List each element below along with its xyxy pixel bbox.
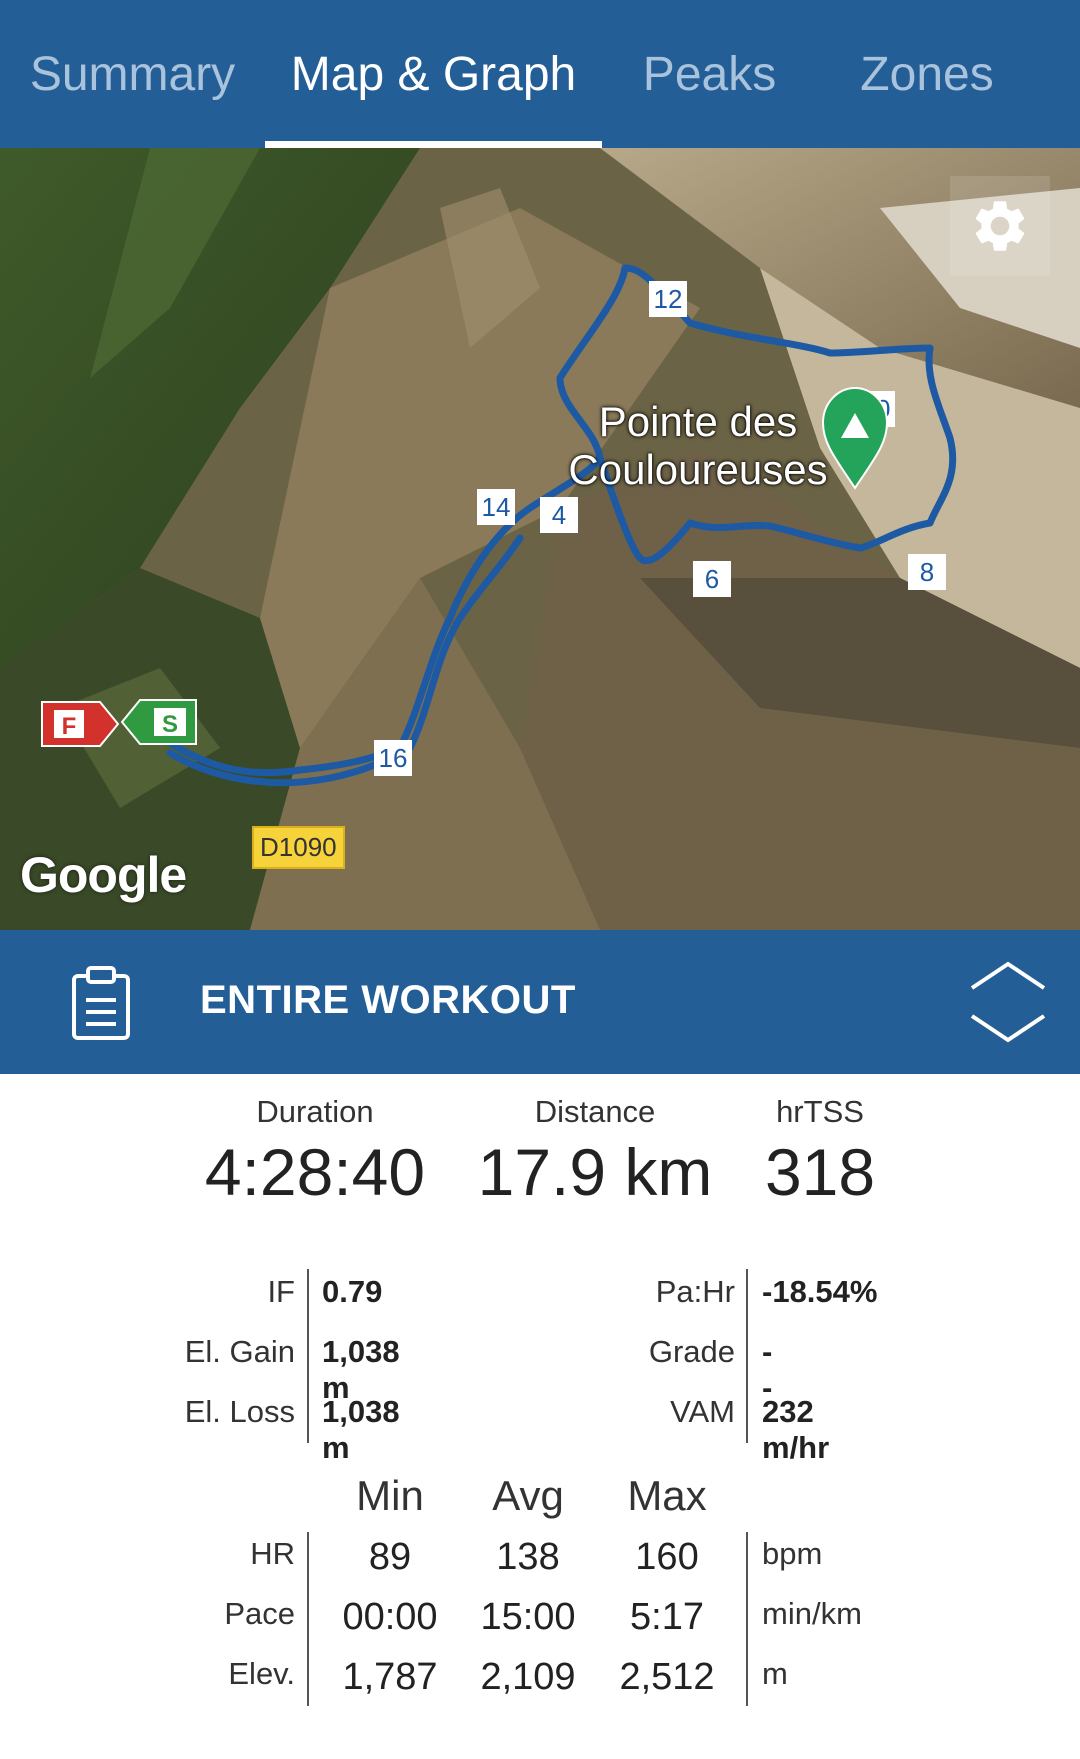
grid-left-divider: [307, 1532, 309, 1706]
route-map[interactable]: 12 10 14 4 6 8: [0, 148, 1080, 930]
grade-label: Grade: [648, 1334, 735, 1369]
tab-peaks[interactable]: Peaks: [602, 0, 817, 148]
pace-min: 00:00: [342, 1596, 438, 1638]
duration-stat: Duration 4:28:40: [190, 1094, 440, 1210]
satellite-terrain: 12 10 14 4 6 8: [0, 148, 1080, 930]
route-marker-4: 4: [540, 497, 578, 533]
hr-avg: 138: [496, 1536, 560, 1578]
hr-min: 89: [368, 1536, 412, 1578]
settings-gear-icon: [975, 201, 1025, 251]
peak-label: Pointe des Couloureuses: [568, 398, 828, 493]
tab-zones[interactable]: Zones: [817, 0, 1037, 148]
elev-avg: 2,109: [480, 1656, 576, 1698]
vam-value: 232 m/hr: [762, 1394, 830, 1465]
pace-avg: 15:00: [480, 1596, 576, 1638]
elev-row-label: Elev.: [228, 1656, 295, 1691]
svg-text:12: 12: [654, 284, 683, 314]
column-header-min: Min: [356, 1472, 424, 1519]
left-stats-divider: [307, 1269, 309, 1443]
hrtss-label: hrTSS: [776, 1094, 864, 1129]
column-header-avg: Avg: [492, 1472, 564, 1519]
route-marker-6: 6: [693, 561, 731, 597]
if-label: IF: [267, 1274, 295, 1309]
section-title: ENTIRE WORKOUT: [200, 978, 576, 1022]
hr-max: 160: [635, 1536, 699, 1578]
pa-hr-value: -18.54%: [762, 1274, 878, 1309]
road-label: D1090: [252, 826, 345, 869]
workout-summary: Duration 4:28:40 Distance 17.9 km hrTSS …: [0, 1074, 1080, 1759]
svg-text:6: 6: [705, 564, 719, 594]
pace-row-label: Pace: [224, 1596, 295, 1631]
route-marker-16: 16: [374, 740, 412, 776]
tab-map-graph[interactable]: Map & Graph: [265, 0, 602, 148]
svg-text:F: F: [62, 713, 77, 740]
distance-value: 17.9 km: [477, 1135, 713, 1209]
pace-unit: min/km: [762, 1596, 862, 1631]
el-gain-label: El. Gain: [184, 1334, 295, 1369]
pa-hr-label: Pa:Hr: [655, 1274, 735, 1309]
expand-collapse-icon[interactable]: [968, 958, 1048, 1046]
svg-text:16: 16: [379, 743, 408, 773]
hr-unit: bpm: [762, 1536, 823, 1571]
elev-min: 1,787: [342, 1656, 438, 1698]
google-attribution: Google: [20, 847, 187, 903]
pace-max: 5:17: [630, 1596, 704, 1638]
svg-text:4: 4: [552, 500, 566, 530]
duration-value: 4:28:40: [204, 1135, 426, 1209]
hrtss-value: 318: [764, 1135, 876, 1209]
vam-label: VAM: [670, 1394, 735, 1429]
workout-section-header[interactable]: ENTIRE WORKOUT: [0, 930, 1080, 1074]
route-marker-12: 12: [649, 281, 687, 317]
right-stats-divider: [746, 1269, 748, 1443]
clipboard-icon: [72, 966, 130, 1040]
hrtss-stat: hrTSS 318: [745, 1094, 895, 1210]
tab-summary[interactable]: Summary: [0, 0, 265, 148]
finish-flag-icon: F: [41, 701, 120, 747]
distance-stat: Distance 17.9 km: [465, 1094, 725, 1210]
column-header-max: Max: [627, 1472, 707, 1519]
hr-row-label: HR: [250, 1536, 295, 1571]
elev-max: 2,512: [619, 1656, 715, 1698]
route-marker-14: 14: [477, 489, 515, 525]
svg-text:14: 14: [482, 492, 511, 522]
distance-label: Distance: [534, 1094, 656, 1129]
svg-text:S: S: [162, 711, 178, 738]
duration-label: Duration: [256, 1094, 374, 1129]
tab-bar: Summary Map & Graph Peaks Zones: [0, 0, 1080, 148]
elev-unit: m: [762, 1656, 788, 1691]
if-value: 0.79: [322, 1274, 383, 1309]
el-loss-value: 1,038 m: [322, 1394, 400, 1465]
svg-text:8: 8: [920, 557, 934, 587]
el-loss-label: El. Loss: [184, 1394, 295, 1429]
map-settings-button[interactable]: [950, 176, 1050, 276]
grid-right-divider: [746, 1532, 748, 1706]
route-marker-8: 8: [908, 554, 946, 590]
active-tab-indicator: [265, 141, 602, 148]
